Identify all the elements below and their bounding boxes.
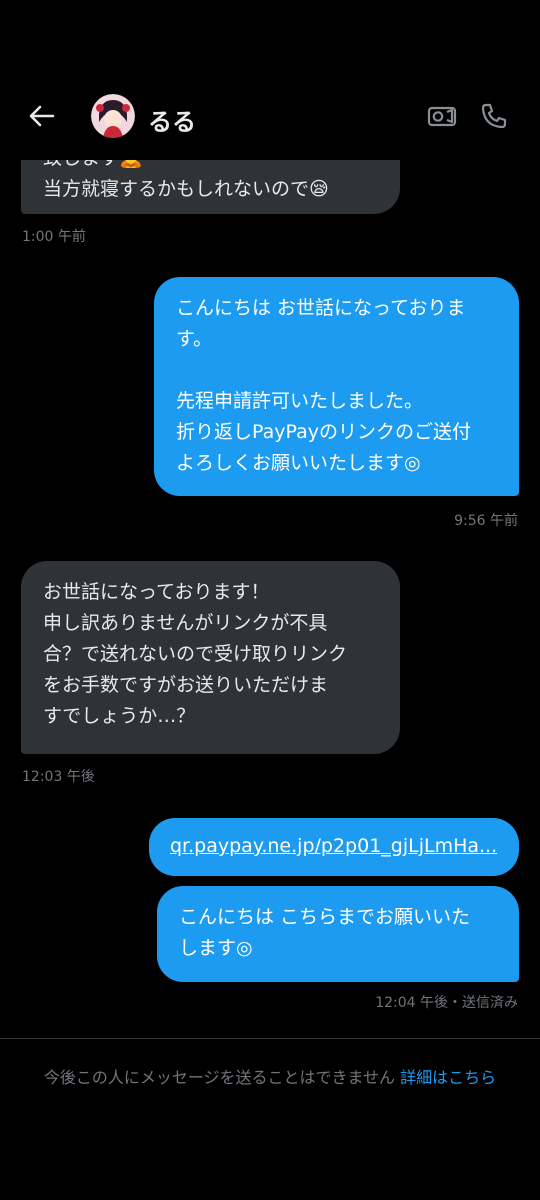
phone-icon	[481, 103, 507, 129]
paypay-link[interactable]: qr.paypay.ne.jp/p2p01_gjLjLmHa...	[170, 831, 519, 862]
back-button[interactable]	[22, 96, 62, 136]
message-timestamp: 12:04 午後・送信済み	[375, 995, 518, 1011]
video-call-icon	[427, 106, 457, 127]
message-line: すでしょうか…？	[43, 705, 196, 727]
message-timestamp: 12:03 午後	[22, 769, 95, 785]
message-bubble-outgoing-link[interactable]: qr.paypay.ne.jp/p2p01_gjLjLmHa...	[149, 818, 519, 876]
message-line: よろしくお願いいたします◎	[176, 452, 421, 474]
footer-divider	[0, 1038, 540, 1039]
message-timestamp: 9:56 午前	[454, 513, 518, 529]
message-line: 申し訳ありませんがリンクが不具	[43, 612, 328, 634]
dm-disabled-notice: 今後この人にメッセージを送ることはできません 詳細はこちら	[20, 1064, 520, 1092]
dm-disabled-text: 今後この人にメッセージを送ることはできません	[43, 1068, 401, 1087]
message-line: をお手数ですがお送りいただけま	[43, 674, 329, 696]
details-link[interactable]: 詳細はこちら	[400, 1068, 496, 1087]
message-line: こんにちは こちらまでお願いいた	[179, 906, 471, 928]
conversation-header: るる	[0, 70, 540, 160]
message-line: 当方就寝するかもしれないので😪	[43, 178, 329, 200]
message-line: お世話になっております！	[43, 581, 270, 603]
message-line: こんにちは お世話になっておりま	[176, 297, 466, 319]
video-call-button[interactable]	[422, 98, 462, 134]
message-line: 合？で送れないので受け取りリンク	[43, 643, 348, 665]
avatar[interactable]	[91, 94, 135, 138]
message-line: す。	[176, 328, 213, 350]
back-arrow-icon	[29, 105, 55, 127]
message-line: 折り返しPayPayのリンクのご送付	[176, 421, 471, 443]
message-timestamp: 1:00 午前	[22, 229, 86, 245]
phone-call-button[interactable]	[474, 96, 514, 136]
contact-name: るる	[148, 108, 196, 136]
message-bubble-incoming[interactable]: お世話になっております！ 申し訳ありませんがリンクが不具 合？で送れないので受け…	[21, 561, 400, 754]
avatar-image	[91, 94, 135, 138]
message-line: します◎	[179, 937, 253, 959]
message-bubble-outgoing[interactable]: こんにちは こちらまでお願いいた します◎	[157, 886, 519, 982]
message-bubble-outgoing[interactable]: こんにちは お世話になっておりま す。 先程申請許可いたしました。 折り返しPa…	[154, 277, 519, 496]
message-line: 先程申請許可いたしました。	[176, 390, 424, 412]
